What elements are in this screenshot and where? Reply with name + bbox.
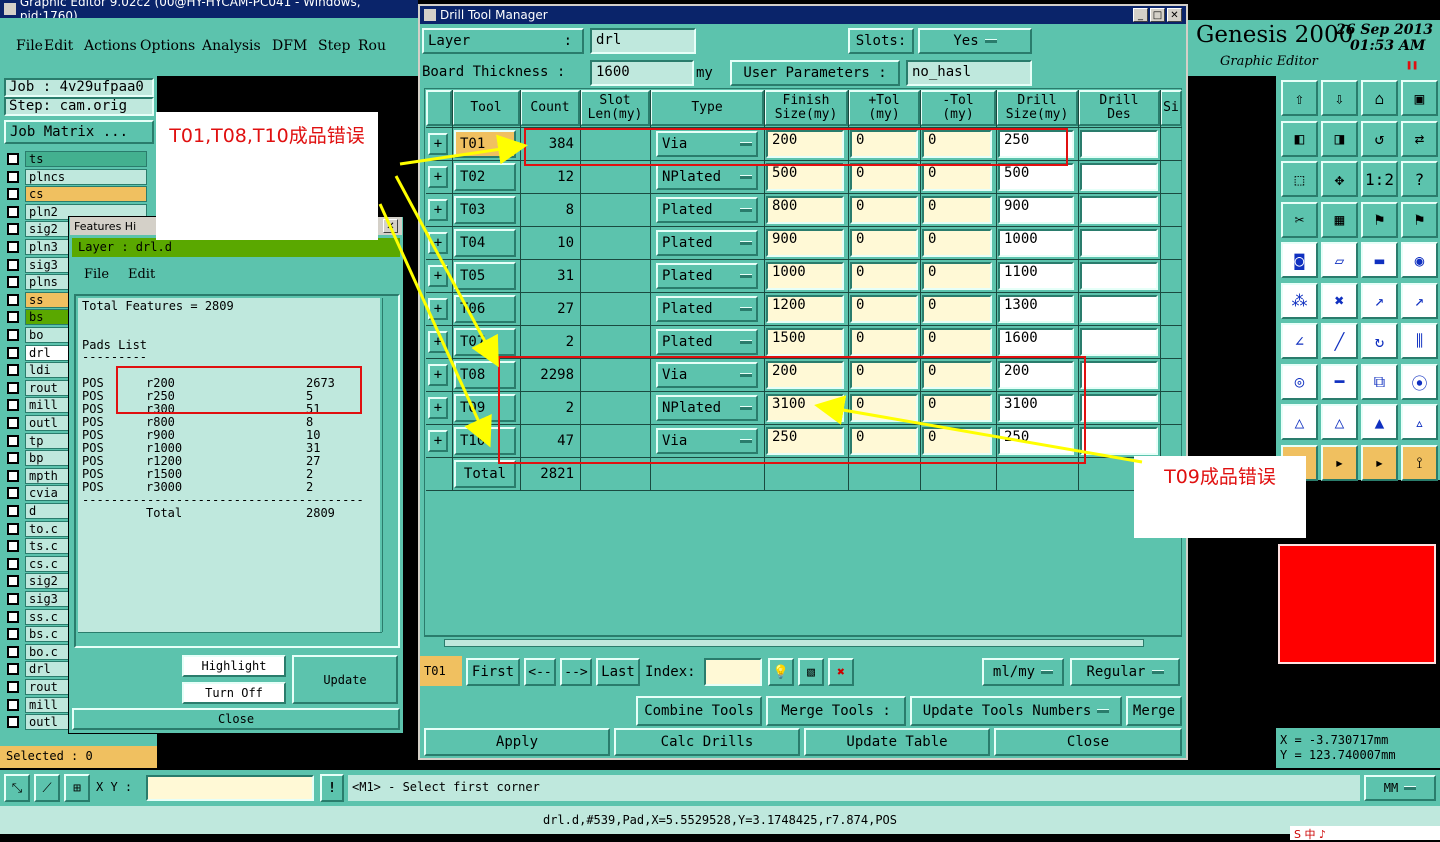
arrow-to-t01 <box>399 134 528 166</box>
arrow-to-t09 <box>814 395 1143 464</box>
annotation-arrows <box>378 134 1143 464</box>
arrow-to-t10 <box>378 203 492 448</box>
